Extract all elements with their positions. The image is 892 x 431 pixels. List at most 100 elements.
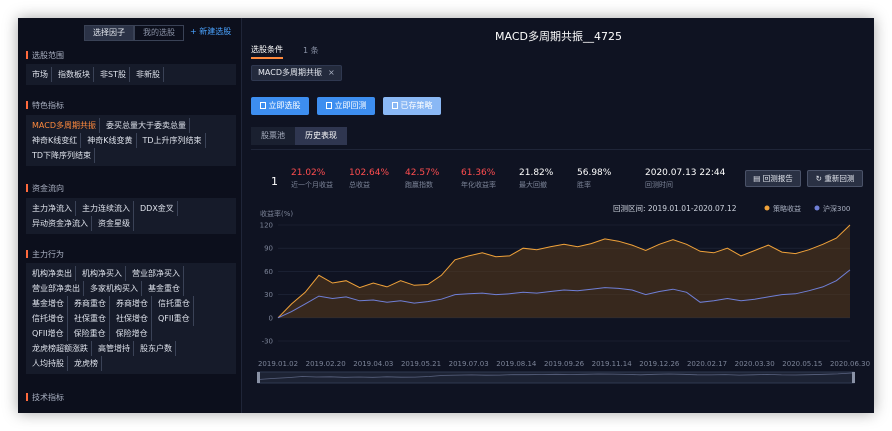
metric-value: 102.64% — [349, 168, 390, 178]
factor-tag[interactable]: 基金重仓 — [145, 281, 184, 296]
factor-tag[interactable]: QFII增仓 — [29, 326, 68, 341]
factor-tag[interactable]: TD下降序列结束 — [29, 148, 96, 163]
save-icon — [391, 102, 398, 109]
report-icon: ▤ — [753, 174, 763, 183]
factor-tag[interactable]: 股东户数 — [137, 341, 176, 356]
x-tick-label: 2019.04.03 — [353, 360, 393, 368]
factor-sidebar: 选择因子 我的选股 + 新建选股 选股范围 市场 指数板块 非ST股 非新股 特色指标… — [18, 18, 242, 413]
factor-tag[interactable]: 神奇K线变黄 — [84, 133, 137, 148]
y-tick-label: 30 — [264, 291, 273, 299]
rerun-backtest-button[interactable]: ↻ 重新回测 — [807, 170, 863, 187]
page-title: MACD多周期共振__4725 — [495, 30, 622, 43]
tab-conditions[interactable]: 选股条件 — [251, 44, 283, 59]
x-axis-labels: 2019.01.02 2019.02.20 2019.04.03 2019.05.21… — [258, 360, 870, 368]
saved-strategy-button[interactable]: 已存策略 — [383, 97, 441, 115]
sidebar-tabs: 选择因子 我的选股 — [84, 25, 184, 41]
group-box-fund-flow: 主力净流入 主力连续流入 DDX金叉 异动资金净流入 资金星级 — [26, 198, 236, 234]
factor-tag[interactable]: 营业部净卖出 — [29, 281, 84, 296]
rerun-label: 重新回测 — [824, 174, 855, 183]
metric-backtest-time: 2020.07.13 22:44 回测时间 — [645, 168, 725, 190]
x-tick-label: 2020.02.17 — [687, 360, 727, 368]
backtest-report-button[interactable]: ▤ 回测报告 — [745, 170, 801, 187]
tab-history[interactable]: 历史表现 — [295, 127, 347, 145]
factor-tag[interactable]: 信托重仓 — [155, 296, 194, 311]
x-tick-label: 2019.02.20 — [306, 360, 346, 368]
tab-stock-pool[interactable]: 股票池 — [251, 127, 295, 145]
new-pick-button[interactable]: + 新建选股 — [190, 26, 231, 37]
factor-tag[interactable]: 高管增持 — [95, 341, 134, 356]
y-tick-label: 120 — [260, 222, 273, 230]
legend-index-marker — [814, 205, 820, 211]
x-tick-label: 2020.06.30 — [830, 360, 870, 368]
metric-annual-return: 61.36% 年化收益率 — [461, 168, 496, 190]
factor-tag[interactable]: 社保重仓 — [71, 311, 110, 326]
metric-win-rate: 56.98% 胜率 — [577, 168, 611, 190]
metric-max-drawdown: 21.82% 最大回撤 — [519, 168, 553, 190]
backtest-period: 回测区间: 2019.01.01-2020.07.12 — [613, 204, 737, 213]
metric-total-return: 102.64% 总收益 — [349, 168, 389, 190]
factor-tag[interactable]: DDX金叉 — [137, 201, 178, 216]
factor-tag[interactable]: 异动资金净流入 — [29, 216, 92, 231]
x-tick-label: 2020.05.15 — [782, 360, 822, 368]
group-title-special: 特色指标 — [26, 100, 64, 111]
factor-tag[interactable]: 委买总量大于委卖总量 — [103, 118, 190, 133]
factor-tag-selected[interactable]: MACD多周期共振 — [29, 118, 100, 133]
factor-tag[interactable]: 龙虎榜 — [71, 356, 102, 371]
document-icon — [259, 102, 266, 109]
factor-tag[interactable]: 保险增仓 — [113, 326, 152, 341]
factor-tag[interactable]: 龙虎榜超额涨跌 — [29, 341, 92, 356]
metric-label: 回测时间 — [645, 181, 673, 189]
legend-strategy[interactable]: 策略收益 — [773, 204, 801, 213]
factor-tag[interactable]: 机构净卖出 — [29, 266, 76, 281]
y-axis-label: 收益率(%) — [260, 209, 293, 218]
zoom-handle-left[interactable] — [257, 372, 260, 383]
factor-tag[interactable]: 保险重仓 — [71, 326, 110, 341]
metric-label: 总收益 — [349, 181, 370, 189]
report-label: 回测报告 — [762, 174, 793, 183]
group-title-fund-flow: 资金流向 — [26, 183, 64, 194]
factor-tag[interactable]: 指数板块 — [55, 67, 94, 82]
factor-tag[interactable]: 非ST股 — [97, 67, 130, 82]
chart-legend: 策略收益 沪深300 — [764, 204, 850, 213]
zoom-handle-right[interactable] — [852, 372, 855, 383]
factor-tag[interactable]: TD上升序列结束 — [140, 133, 206, 148]
condition-chip: MACD多周期共振 × — [251, 65, 342, 81]
tab-my-picks[interactable]: 我的选股 — [134, 25, 184, 41]
factor-tag[interactable]: 主力净流入 — [29, 201, 76, 216]
factor-tag[interactable]: 营业部净买入 — [129, 266, 184, 281]
group-title-range: 选股范围 — [26, 50, 64, 61]
x-tick-label: 2019.11.14 — [592, 360, 633, 368]
factor-tag[interactable]: 券商重仓 — [71, 296, 110, 311]
factor-tag[interactable]: 机构净买入 — [79, 266, 126, 281]
factor-tag[interactable]: 人均持股 — [29, 356, 68, 371]
rank-number: 1 — [271, 175, 278, 188]
y-tick-label: -30 — [262, 338, 273, 346]
tab-select-factor[interactable]: 选择因子 — [84, 25, 134, 41]
x-tick-label: 2019.09.26 — [544, 360, 585, 368]
factor-tag[interactable]: 基金增仓 — [29, 296, 68, 311]
close-icon[interactable]: × — [328, 68, 335, 77]
run-backtest-button[interactable]: 立即回测 — [317, 97, 375, 115]
factor-tag[interactable]: 主力连续流入 — [79, 201, 134, 216]
factor-tag[interactable]: 市场 — [29, 67, 52, 82]
x-tick-label: 2019.01.02 — [258, 360, 298, 368]
factor-tag[interactable]: 信托增仓 — [29, 311, 68, 326]
factor-tag[interactable]: 多家机构买入 — [87, 281, 142, 296]
app-window: 选择因子 我的选股 + 新建选股 选股范围 市场 指数板块 非ST股 非新股 特色指标… — [18, 18, 874, 413]
run-pick-button[interactable]: 立即选股 — [251, 97, 309, 115]
factor-tag[interactable]: 券商增仓 — [113, 296, 152, 311]
x-tick-label: 2019.05.21 — [401, 360, 441, 368]
y-tick-label: 60 — [264, 268, 273, 276]
result-tabs: 股票池 历史表现 — [251, 127, 347, 145]
group-box-range: 市场 指数板块 非ST股 非新股 — [26, 64, 236, 85]
metric-label: 胜率 — [577, 181, 591, 189]
factor-tag[interactable]: 社保增仓 — [113, 311, 152, 326]
metric-label: 最大回撤 — [519, 181, 547, 189]
legend-index[interactable]: 沪深300 — [823, 204, 850, 213]
factor-tag[interactable]: 神奇K线变红 — [29, 133, 82, 148]
factor-tag[interactable]: 非新股 — [133, 67, 164, 82]
metric-value: 2020.07.13 22:44 — [645, 168, 726, 178]
factor-tag[interactable]: 资金星级 — [95, 216, 134, 231]
factor-tag[interactable]: QFII重仓 — [155, 311, 194, 326]
group-title-main-behavior: 主力行为 — [26, 249, 64, 260]
